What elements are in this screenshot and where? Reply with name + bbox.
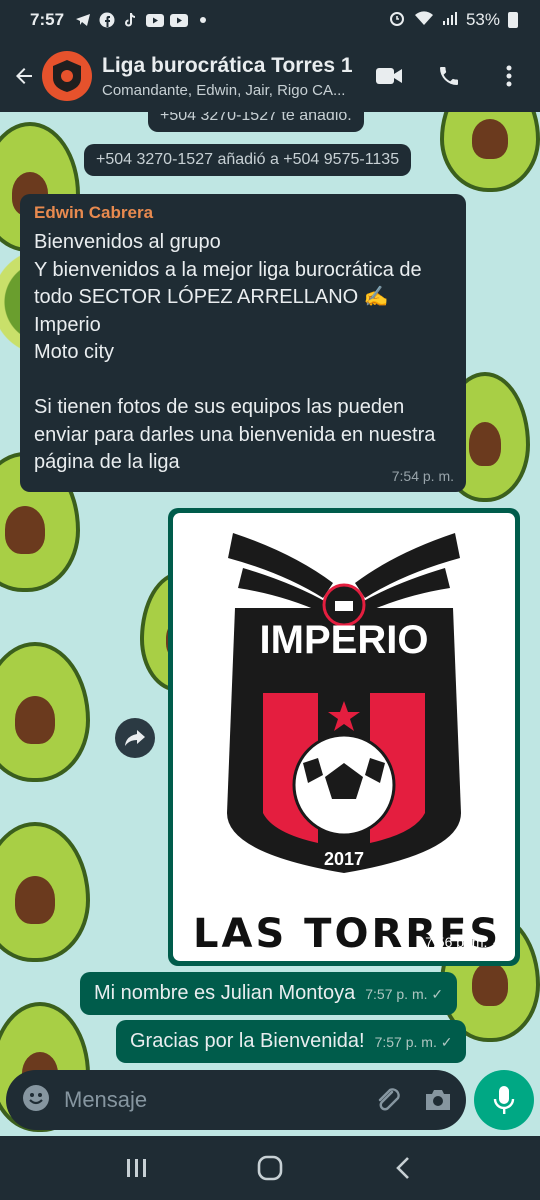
camera-icon	[426, 1090, 450, 1110]
battery-percent: 53%	[465, 10, 500, 29]
system-indicators: 53%	[388, 9, 518, 32]
youtube-icon	[170, 12, 189, 28]
system-nav-bar	[0, 1136, 540, 1200]
phone-icon	[440, 67, 458, 85]
notification-icons	[74, 12, 212, 28]
wallpaper-avocado	[440, 112, 540, 192]
wallpaper-avocado	[0, 642, 90, 782]
paperclip-icon	[378, 1088, 400, 1111]
system-message: +504 3270-1527 añadió a +504 9575-1135	[84, 144, 412, 176]
image-message[interactable]: IMPERIO 2017 LAS TORRES 7:56 p. m. ✓	[168, 508, 520, 966]
dot-icon	[194, 12, 212, 28]
group-name: Liga burocrática Torres 1	[102, 53, 353, 77]
voice-call-button[interactable]	[434, 61, 464, 91]
chat-area[interactable]: +504 3270-1527 te añadió. +504 3270-1527…	[0, 112, 540, 1136]
forward-button[interactable]	[115, 718, 155, 758]
alarm-icon	[388, 9, 406, 32]
back-button[interactable]	[6, 58, 42, 94]
imperio-logo: IMPERIO 2017	[227, 533, 461, 873]
group-members: Comandante, Edwin, Jair, Rigo CA...	[102, 81, 346, 99]
arrow-back-icon	[16, 68, 32, 84]
logo-title: IMPERIO	[260, 618, 429, 662]
wifi-icon	[414, 10, 434, 31]
chat-header: Liga burocrática Torres 1 Comandante, Ed…	[0, 40, 540, 112]
system-message: +504 3270-1527 te añadió.	[148, 112, 364, 132]
video-camera-icon	[376, 68, 402, 84]
more-options-button[interactable]	[494, 61, 524, 91]
incoming-message[interactable]: Edwin Cabrera Bienvenidos al grupo Y bie…	[20, 194, 466, 492]
emoji-icon	[23, 1084, 49, 1111]
battery-icon	[508, 12, 518, 28]
more-vertical-icon	[506, 65, 512, 87]
telegram-icon	[74, 12, 92, 28]
back-nav-button[interactable]	[383, 1148, 423, 1188]
group-avatar[interactable]	[42, 51, 92, 101]
outgoing-message[interactable]: Gracias por la Bienvenida! 7:57 p. m. ✓	[116, 1020, 467, 1063]
voice-message-button[interactable]	[474, 1070, 534, 1130]
chevron-left-icon	[396, 1157, 410, 1179]
home-icon	[257, 1155, 283, 1181]
wallpaper-avocado	[0, 822, 90, 962]
microphone-icon	[493, 1086, 515, 1114]
forward-icon	[125, 730, 145, 746]
emoji-button[interactable]	[22, 1084, 50, 1117]
status-time: 7:57	[30, 10, 65, 29]
message-time: 7:57 p. m. ✓	[365, 986, 444, 1002]
home-button[interactable]	[250, 1148, 290, 1188]
tiktok-icon	[122, 12, 140, 28]
attach-button[interactable]	[374, 1084, 402, 1116]
video-call-button[interactable]	[374, 61, 404, 91]
chat-info[interactable]: Liga burocrática Torres 1 Comandante, Ed…	[102, 54, 372, 99]
facebook-icon	[98, 12, 116, 28]
youtube-icon	[146, 12, 165, 28]
message-composer	[6, 1070, 466, 1130]
signal-icon	[442, 10, 458, 31]
camera-button[interactable]	[424, 1084, 452, 1116]
message-time: 7:54 p. m.	[391, 468, 454, 484]
image-time: 7:56 p. m. ✓	[425, 934, 503, 950]
message-text: Gracias por la Bienvenida!	[130, 1030, 365, 1052]
status-bar: 7:57 53%	[0, 0, 540, 40]
outgoing-message[interactable]: Mi nombre es Julian Montoya 7:57 p. m. ✓	[80, 972, 458, 1015]
message-time: 7:57 p. m. ✓	[374, 1034, 453, 1050]
recents-icon	[126, 1159, 146, 1177]
recent-apps-button[interactable]	[117, 1148, 157, 1188]
team-logo-image[interactable]: IMPERIO 2017 LAS TORRES 7:56 p. m. ✓	[173, 513, 515, 961]
message-text: Bienvenidos al grupo Y bienvenidos a la …	[34, 231, 436, 473]
logo-year: 2017	[324, 849, 364, 869]
message-text: Mi nombre es Julian Montoya	[94, 982, 356, 1004]
message-input[interactable]	[64, 1087, 352, 1113]
sender-name[interactable]: Edwin Cabrera	[34, 203, 452, 223]
